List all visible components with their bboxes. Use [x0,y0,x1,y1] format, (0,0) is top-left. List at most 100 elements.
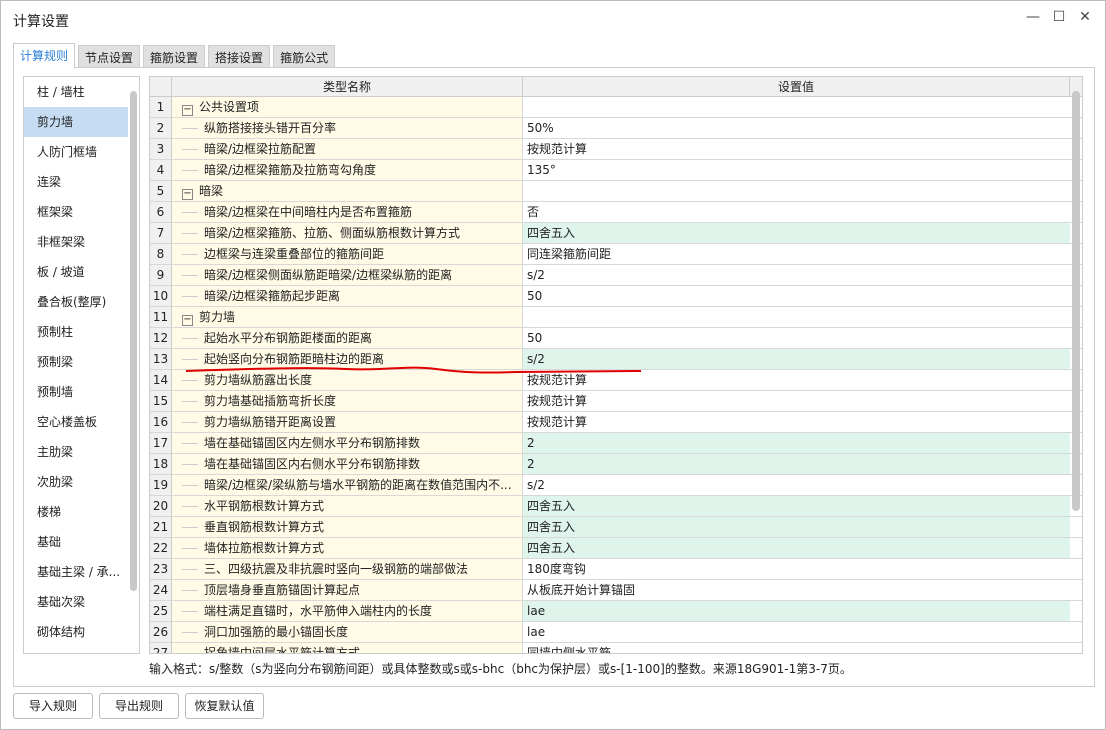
sidebar-item[interactable]: 板 / 坡道 [24,257,128,287]
sidebar-item[interactable]: 其它 [24,647,128,653]
tab-1[interactable]: 节点设置 [78,45,141,67]
sidebar-item[interactable]: 连梁 [24,167,128,197]
setting-value[interactable]: 四舍五入 [523,223,1070,243]
setting-name-text: 剪力墙纵筋错开距离设置 [204,415,337,429]
sidebar-item[interactable]: 剪力墙 [24,107,128,137]
setting-name-text: 剪力墙基础插筋弯折长度 [204,394,337,408]
table-row[interactable]: 16 剪力墙纵筋错开距离设置 按规范计算 [150,412,1082,433]
table-scrollbar[interactable] [1072,91,1080,511]
setting-value[interactable]: 135° [523,160,1070,180]
table-row[interactable]: 1− 公共设置项 [150,97,1082,118]
setting-value[interactable]: lae [523,622,1070,642]
table-row[interactable]: 8 边框梁与连梁重叠部位的箍筋间距 同连梁箍筋间距 [150,244,1082,265]
close-button[interactable]: ✕ [1075,9,1095,25]
table-row[interactable]: 9 暗梁/边框梁侧面纵筋距暗梁/边框梁纵筋的距离 s/2 [150,265,1082,286]
list-scrollbar[interactable] [130,91,137,591]
row-number: 4 [150,160,172,180]
setting-value[interactable]: 从板底开始计算锚固 [523,580,1070,600]
table-row[interactable]: 20 水平钢筋根数计算方式 四舍五入 [150,496,1082,517]
table-row[interactable]: 12 起始水平分布钢筋距楼面的距离 50 [150,328,1082,349]
collapse-icon[interactable]: − [182,105,193,116]
setting-value[interactable]: 2 [523,433,1070,453]
sidebar-item[interactable]: 非框架梁 [24,227,128,257]
minimize-button[interactable]: — [1023,9,1043,25]
sidebar-item[interactable]: 砌体结构 [24,617,128,647]
sidebar-item[interactable]: 空心楼盖板 [24,407,128,437]
group-name: − 公共设置项 [172,97,523,117]
setting-value[interactable]: 四舍五入 [523,517,1070,537]
table-row[interactable]: 23 三、四级抗震及非抗震时竖向一级钢筋的端部做法 180度弯钩 [150,559,1082,580]
tab-0[interactable]: 计算规则 [13,43,76,68]
setting-value[interactable] [523,307,1070,327]
setting-value[interactable]: 2 [523,454,1070,474]
table-row[interactable]: 25 端柱满足直锚时，水平筋伸入端柱内的长度 lae [150,601,1082,622]
setting-value[interactable]: 同连梁箍筋间距 [523,244,1070,264]
sidebar-item[interactable]: 预制墙 [24,377,128,407]
import-rules-button[interactable]: 导入规则 [13,693,93,719]
row-number: 12 [150,328,172,348]
setting-value[interactable]: lae [523,601,1070,621]
setting-value[interactable]: 按规范计算 [523,412,1070,432]
table-row[interactable]: 2 纵筋搭接接头错开百分率 50% [150,118,1082,139]
row-number: 21 [150,517,172,537]
sidebar-item[interactable]: 主肋梁 [24,437,128,467]
setting-value[interactable]: 按规范计算 [523,139,1070,159]
setting-value[interactable] [523,181,1070,201]
input-format-hint: 输入格式：s/整数（s为竖向分布钢筋间距）或具体整数或s或s-bhc（bhc为保… [149,662,852,676]
setting-name: 暗梁/边框梁箍筋及拉筋弯勾角度 [172,160,523,180]
sidebar-item[interactable]: 楼梯 [24,497,128,527]
table-row[interactable]: 7 暗梁/边框梁箍筋、拉筋、侧面纵筋根数计算方式 四舍五入 [150,223,1082,244]
sidebar-item[interactable]: 人防门框墙 [24,137,128,167]
table-row[interactable]: 19 暗梁/边框梁/梁纵筋与墙水平钢筋的距离在数值范围内不... s/2 [150,475,1082,496]
setting-value[interactable]: 否 [523,202,1070,222]
table-row[interactable]: 5− 暗梁 [150,181,1082,202]
setting-value[interactable]: 50 [523,328,1070,348]
restore-defaults-button[interactable]: 恢复默认值 [185,693,264,719]
table-row[interactable]: 21 垂直钢筋根数计算方式 四舍五入 [150,517,1082,538]
setting-value[interactable] [523,97,1070,117]
group-name: − 剪力墙 [172,307,523,327]
setting-value[interactable]: 同墙中侧水平筋 [523,643,1070,653]
sidebar-item[interactable]: 框架梁 [24,197,128,227]
maximize-button[interactable]: ☐ [1049,9,1069,25]
tab-2[interactable]: 箍筋设置 [143,45,206,67]
table-row[interactable]: 6 暗梁/边框梁在中间暗柱内是否布置箍筋 否 [150,202,1082,223]
table-row[interactable]: 27 拐角墙中间层水平筋计算方式 同墙中侧水平筋 [150,643,1082,653]
tab-4[interactable]: 箍筋公式 [273,45,336,67]
sidebar-item[interactable]: 基础次梁 [24,587,128,617]
table-row[interactable]: 11− 剪力墙 [150,307,1082,328]
setting-value[interactable]: 四舍五入 [523,538,1070,558]
setting-value[interactable]: 180度弯钩 [523,559,1070,579]
sidebar-item[interactable]: 预制梁 [24,347,128,377]
setting-name: 暗梁/边框梁拉筋配置 [172,139,523,159]
export-rules-button[interactable]: 导出规则 [99,693,179,719]
setting-value[interactable]: 50 [523,286,1070,306]
table-row[interactable]: 4 暗梁/边框梁箍筋及拉筋弯勾角度 135° [150,160,1082,181]
table-row[interactable]: 15 剪力墙基础插筋弯折长度 按规范计算 [150,391,1082,412]
table-row[interactable]: 26 洞口加强筋的最小锚固长度 lae [150,622,1082,643]
table-row[interactable]: 22 墙体拉筋根数计算方式 四舍五入 [150,538,1082,559]
category-list: 柱 / 墙柱 剪力墙 人防门框墙 连梁 框架梁 非框架梁板 / 坡道 叠合板(整厚) 预制柱预… [23,76,140,654]
setting-name-text: 暗梁/边框梁拉筋配置 [204,142,317,156]
row-number: 11 [150,307,172,327]
sidebar-item[interactable]: 基础 [24,527,128,557]
table-row[interactable]: 3 暗梁/边框梁拉筋配置 按规范计算 [150,139,1082,160]
table-row[interactable]: 18 墙在基础锚固区内右侧水平分布钢筋排数 2 [150,454,1082,475]
collapse-icon[interactable]: − [182,315,193,326]
setting-value[interactable]: 按规范计算 [523,391,1070,411]
tab-3[interactable]: 搭接设置 [208,45,271,67]
setting-value[interactable]: s/2 [523,475,1070,495]
sidebar-item[interactable]: 叠合板(整厚) [24,287,128,317]
sidebar-item[interactable]: 次肋梁 [24,467,128,497]
collapse-icon[interactable]: − [182,189,193,200]
sidebar-item[interactable]: 基础主梁 / 承... [24,557,128,587]
setting-value[interactable]: s/2 [523,265,1070,285]
setting-value[interactable]: 四舍五入 [523,496,1070,516]
setting-value[interactable]: 50% [523,118,1070,138]
setting-name: 墙在基础锚固区内左侧水平分布钢筋排数 [172,433,523,453]
sidebar-item[interactable]: 预制柱 [24,317,128,347]
sidebar-item[interactable]: 柱 / 墙柱 [24,77,128,107]
table-row[interactable]: 24 顶层墙身垂直筋锚固计算起点 从板底开始计算锚固 [150,580,1082,601]
table-row[interactable]: 17 墙在基础锚固区内左侧水平分布钢筋排数 2 [150,433,1082,454]
table-row[interactable]: 10 暗梁/边框梁箍筋起步距离 50 [150,286,1082,307]
